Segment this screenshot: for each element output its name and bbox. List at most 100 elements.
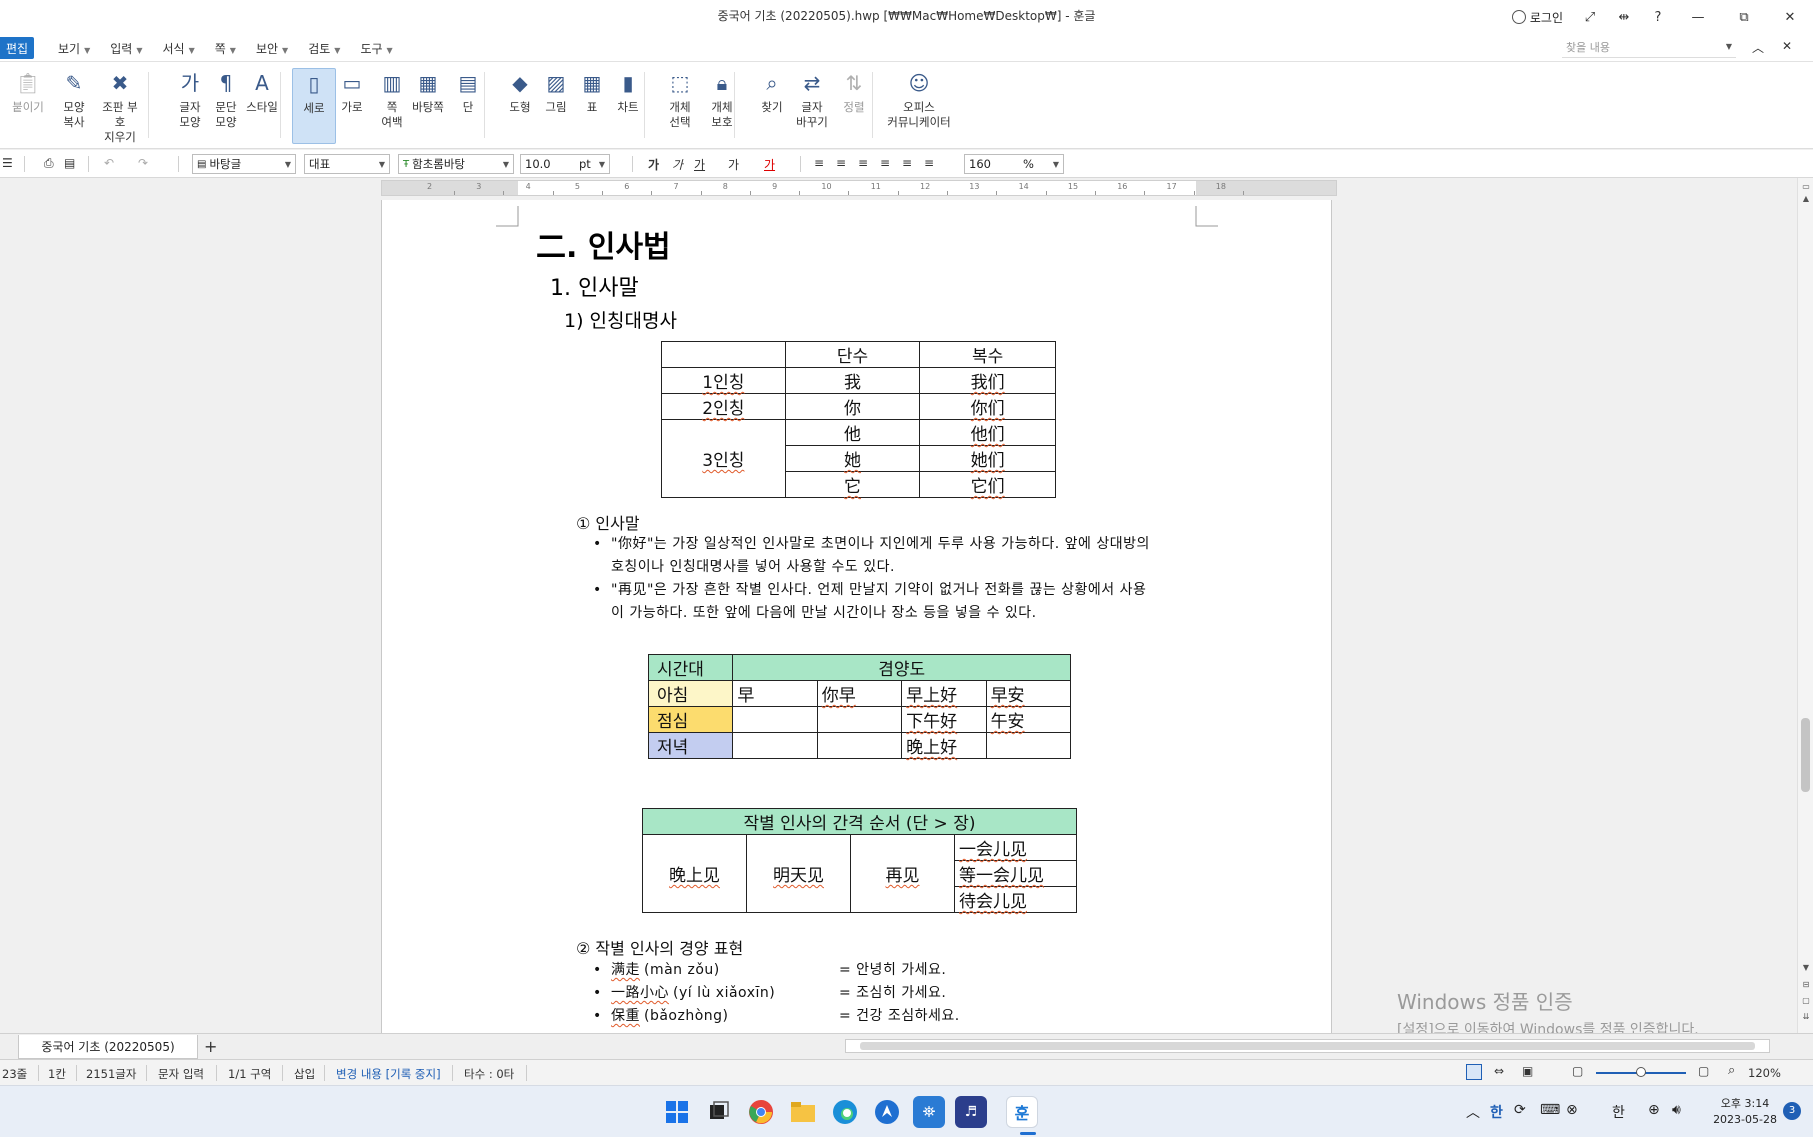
menu-item[interactable]: 보안 ▼: [246, 40, 298, 57]
scroll-thumb[interactable]: [1801, 718, 1810, 792]
ribbon-button[interactable]: ▮ 차트: [606, 68, 650, 144]
font-select[interactable]: Ŧ 함초롬바탕 ▼: [398, 154, 514, 174]
edge-icon[interactable]: [829, 1096, 861, 1128]
ribbon-button[interactable]: ⇅ 정렬: [832, 68, 876, 144]
align-left-icon[interactable]: ≡: [836, 156, 846, 170]
menu-item[interactable]: 도구 ▼: [350, 40, 402, 57]
chevron-down-icon[interactable]: ▼: [1726, 42, 1732, 51]
scroll-up-icon[interactable]: ▲: [1800, 192, 1812, 206]
ribbon-button[interactable]: ⬚ 개체 선택: [658, 68, 702, 144]
zoom-out-icon[interactable]: ▢: [1572, 1064, 1583, 1078]
status-col[interactable]: 1칸: [48, 1066, 66, 1082]
style-select[interactable]: ▤ 바탕글 ▼: [192, 154, 296, 174]
ribbon-button[interactable]: ✎ 모양 복사: [52, 68, 96, 144]
ime-indicator[interactable]: 한: [1612, 1102, 1625, 1122]
keyboard-icon[interactable]: ⌨: [1540, 1102, 1560, 1118]
chrome-icon[interactable]: [745, 1096, 777, 1128]
vertical-scrollbar[interactable]: ▭ ▲ ▼ ⊟ ▢ ⇊: [1797, 178, 1813, 1033]
clock[interactable]: 오후 3:14 2023-05-28: [1713, 1096, 1777, 1128]
menu-item[interactable]: 쪽 ▼: [205, 40, 246, 57]
italic-icon[interactable]: 가: [672, 156, 683, 173]
split-view-icon[interactable]: ⇹: [1607, 0, 1641, 34]
view-width-icon[interactable]: ⇔: [1494, 1064, 1504, 1078]
strike-icon[interactable]: 가: [728, 156, 739, 173]
status-line[interactable]: 23줄: [2, 1066, 27, 1082]
menu-edit[interactable]: 편집: [0, 37, 34, 59]
status-zoom[interactable]: 120%: [1748, 1066, 1781, 1080]
preview-icon[interactable]: ▤: [64, 156, 75, 170]
menu-item[interactable]: 서식 ▼: [153, 40, 205, 57]
ribbon-button[interactable]: ▭ 가로: [330, 68, 374, 144]
notification-badge[interactable]: 3: [1783, 1102, 1801, 1120]
status-chars[interactable]: 2151글자: [86, 1066, 136, 1082]
menu-item[interactable]: 검토 ▼: [298, 40, 350, 57]
status-track-changes[interactable]: 변경 내용 [기록 중지]: [336, 1066, 441, 1082]
ribbon-button[interactable]: ⇄ 글자 바꾸기: [790, 68, 834, 144]
close-circle-icon[interactable]: ⊗: [1566, 1102, 1578, 1118]
ribbon-button[interactable]: ▤ 단: [446, 68, 490, 144]
task-view-icon[interactable]: [703, 1096, 735, 1128]
underline-icon[interactable]: 가: [694, 156, 705, 173]
app-icon[interactable]: ⛯: [913, 1096, 945, 1128]
horizontal-ruler[interactable]: 2 3 4 5 6 7 8 9 10 11 12 13 14 15 16 17 18: [381, 180, 1337, 196]
view-fit-icon[interactable]: ▣: [1522, 1064, 1533, 1078]
document-page[interactable]: 二. 인사법 1. 인사말 1) 인칭대명사 단수 복수 1인칭 我 我们 2인…: [381, 200, 1332, 1033]
zoom-slider-thumb[interactable]: [1636, 1067, 1646, 1077]
align-distribute-icon[interactable]: ≡: [902, 156, 912, 170]
volume-icon[interactable]: 🔊︎: [1672, 1102, 1681, 1118]
find-input[interactable]: 찾을 내용 ▼: [1562, 36, 1736, 58]
file-explorer-icon[interactable]: [787, 1096, 819, 1128]
ribbon-button[interactable]: 🔒︎ 개체 보호: [700, 68, 744, 144]
status-insert[interactable]: 삽입: [294, 1066, 315, 1082]
refresh-icon[interactable]: ⟳: [1514, 1102, 1526, 1118]
font-color-icon[interactable]: 가: [764, 156, 775, 173]
page-prev-icon[interactable]: ⊟: [1800, 978, 1812, 992]
ribbon-button[interactable]: ☺ 오피스 커뮤니케이터: [884, 68, 954, 144]
font-size-select[interactable]: 10.0 pt ▼: [520, 154, 610, 174]
close-button[interactable]: ✕: [1767, 0, 1813, 34]
network-icon[interactable]: ⊕: [1648, 1102, 1660, 1118]
status-section[interactable]: 1/1 구역: [228, 1066, 271, 1082]
document-tab[interactable]: 중국어 기초 (20220505): [18, 1035, 198, 1059]
close-doc-icon[interactable]: ✕: [1782, 39, 1792, 53]
zoom-search-icon[interactable]: ⌕: [1728, 1063, 1735, 1078]
print-icon[interactable]: ⎙: [44, 156, 54, 171]
tray-chevron-icon[interactable]: ︿: [1466, 1102, 1480, 1122]
status-typing[interactable]: 타수 : 0타: [464, 1066, 514, 1082]
add-tab-button[interactable]: +: [204, 1037, 217, 1056]
undo-icon[interactable]: ↶: [104, 156, 114, 170]
app-icon[interactable]: [871, 1096, 903, 1128]
page-goto-icon[interactable]: ▢: [1800, 994, 1812, 1008]
align-split-icon[interactable]: ≡: [924, 156, 934, 170]
view-page-icon[interactable]: [1466, 1064, 1482, 1080]
help-button[interactable]: ?: [1641, 0, 1675, 34]
toolbar-menu-icon[interactable]: ☰: [2, 156, 13, 170]
minimize-button[interactable]: —: [1675, 0, 1721, 34]
menu-item[interactable]: 보기 ▼: [48, 40, 100, 57]
login-button[interactable]: 로그인: [1502, 9, 1573, 26]
app-icon[interactable]: ♬: [955, 1096, 987, 1128]
menu-item[interactable]: 입력 ▼: [100, 40, 152, 57]
language-select[interactable]: 대표 ▼: [304, 154, 390, 174]
windows-start-icon[interactable]: [661, 1096, 693, 1128]
line-spacing-select[interactable]: 160 % ▼: [964, 154, 1064, 174]
ribbon-button[interactable]: ⌕ 찾기: [750, 68, 794, 144]
ribbon-button[interactable]: ▦ 바탕쪽: [406, 68, 450, 144]
redo-icon[interactable]: ↷: [138, 156, 148, 170]
align-justify-icon[interactable]: ≡: [814, 156, 824, 170]
zoom-in-icon[interactable]: ▢: [1698, 1064, 1709, 1078]
ime-hangul[interactable]: 한: [1490, 1102, 1503, 1122]
scroll-thumb[interactable]: [860, 1042, 1755, 1050]
restore-button[interactable]: ⧉: [1721, 0, 1767, 34]
fullscreen-icon[interactable]: ⤢: [1573, 0, 1607, 34]
horizontal-scrollbar[interactable]: [845, 1039, 1770, 1053]
align-right-icon[interactable]: ≡: [880, 156, 890, 170]
status-mode[interactable]: 문자 입력: [158, 1066, 204, 1082]
ribbon-button[interactable]: 📋︎ 붙이기: [6, 68, 50, 144]
page-next-icon[interactable]: ⇊: [1800, 1010, 1812, 1024]
ribbon-button[interactable]: ✖ 조판 부호 지우기: [98, 68, 142, 145]
hwp-icon[interactable]: 훈: [1006, 1096, 1038, 1128]
ribbon-collapse-icon[interactable]: ︿: [1752, 39, 1764, 56]
bold-icon[interactable]: 가: [648, 156, 659, 173]
scroll-down-icon[interactable]: ▼: [1800, 961, 1812, 975]
